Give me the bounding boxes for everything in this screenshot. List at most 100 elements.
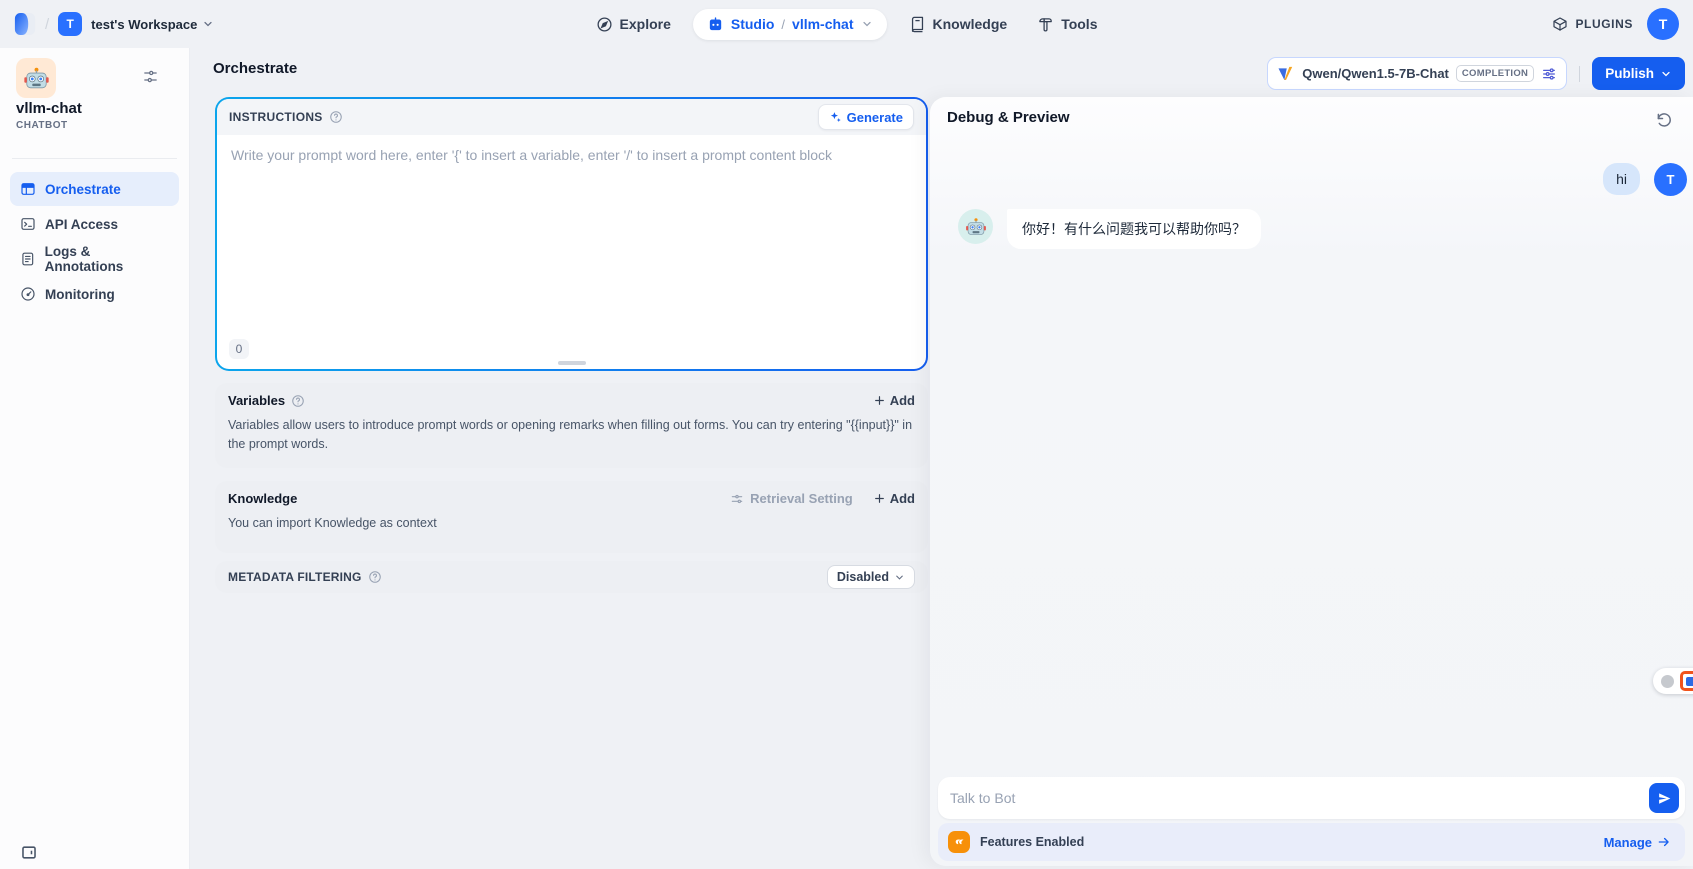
workspace-switcher[interactable]: test's Workspace [91,17,214,32]
instructions-body: 0 [217,135,926,369]
user-avatar[interactable]: T [1647,8,1679,40]
retrieval-sliders-icon [730,492,744,506]
knowledge-description: You can import Knowledge as context [215,510,928,537]
topbar-left: / T test's Workspace [14,12,214,36]
restart-conversation-button[interactable] [1655,111,1673,129]
model-selector[interactable]: Qwen/Qwen1.5-7B-Chat COMPLETION [1267,57,1567,90]
retrieval-setting-button[interactable]: Retrieval Setting [730,491,853,506]
manage-features-link[interactable]: Manage [1604,835,1671,850]
variables-panel: Variables Add Variables allow users to i… [215,383,928,468]
top-bar: / T test's Workspace Explore Studio / vl… [0,0,1693,48]
collapse-sidebar-icon [20,844,38,861]
dify-logo[interactable] [14,12,36,36]
widget-dot-icon [1661,675,1674,688]
app-settings-button[interactable] [142,68,159,85]
nav-tools[interactable]: Tools [1029,10,1105,39]
variables-header: Variables Add [215,383,928,412]
robot-emoji-icon [23,65,50,92]
metadata-filtering-row: METADATA FILTERING Disabled [215,561,928,593]
breadcrumb-separator: / [45,16,49,33]
nav-studio[interactable]: Studio / vllm-chat [693,9,887,40]
chat-input-container [938,777,1685,819]
sidebar-item-monitoring[interactable]: Monitoring [10,277,179,311]
orchestrate-window-icon [20,181,36,197]
features-icon [948,831,970,853]
sidebar-item-label: Orchestrate [45,182,121,197]
publish-button[interactable]: Publish [1592,57,1685,90]
widget-logo-icon [1680,671,1693,691]
sidebar-divider [12,158,177,159]
sidebar-item-orchestrate[interactable]: Orchestrate [10,172,179,206]
add-variable-button[interactable]: Add [873,393,915,408]
terminal-icon [20,216,36,232]
prompt-editor[interactable] [217,135,926,305]
vllm-logo-icon [1277,65,1295,83]
app-root: / T test's Workspace Explore Studio / vl… [0,0,1693,869]
knowledge-panel: Knowledge Retrieval Setting Add You can … [215,481,928,553]
instructions-panel: INSTRUCTIONS Generate 0 [215,97,928,371]
send-icon [1657,791,1672,806]
chevron-down-icon [202,18,214,30]
header-divider [1579,66,1580,82]
sidebar-nav: Orchestrate API Access Logs & Annotation… [10,172,179,311]
sidebar-item-label: Logs & Annotations [45,244,169,274]
plugins-button[interactable]: PLUGINS [1552,16,1633,32]
debug-preview-panel: Debug & Preview hi T [930,97,1693,866]
topbar-right: PLUGINS T [1552,8,1679,40]
features-label: Features Enabled [980,835,1084,849]
header-actions: Qwen/Qwen1.5-7B-Chat COMPLETION Publish [1267,57,1685,90]
chevron-down-icon [1660,68,1672,80]
collapse-sidebar-button[interactable] [20,844,38,861]
model-mode-badge: COMPLETION [1456,65,1534,82]
logs-document-icon [20,251,36,267]
help-icon [368,570,382,584]
sidebar-item-label: Monitoring [45,287,115,302]
sidebar-item-logs-annotations[interactable]: Logs & Annotations [10,242,179,276]
knowledge-title: Knowledge [228,491,297,506]
metadata-filtering-title: METADATA FILTERING [228,570,362,584]
sidebar: vllm-chat CHATBOT Orchestrate API Access… [0,48,190,869]
char-count-badge: 0 [229,339,249,359]
book-icon [909,16,926,33]
workspace-avatar[interactable]: T [58,12,82,36]
chat-message-user: hi T [1603,163,1687,196]
variables-description: Variables allow users to introduce promp… [215,412,928,459]
nav-knowledge[interactable]: Knowledge [901,10,1016,39]
metadata-filtering-select[interactable]: Disabled [827,565,915,589]
user-chat-avatar: T [1654,163,1687,196]
help-icon [329,110,343,124]
app-icon[interactable] [16,58,56,98]
robot-icon [707,16,724,33]
send-button[interactable] [1649,783,1679,813]
resize-handle[interactable] [558,361,586,365]
debug-preview-title: Debug & Preview [947,109,1070,126]
nav-studio-app: vllm-chat [792,16,853,32]
chevron-down-icon [861,18,873,30]
instructions-title: INSTRUCTIONS [229,110,323,124]
chat-message-bot: 你好！有什么问题我可以帮助你吗？ [958,209,1261,249]
app-name: vllm-chat [16,100,82,117]
chat-input[interactable] [950,790,1649,806]
nav-studio-label: Studio [731,16,775,32]
restart-icon [1655,111,1673,129]
gauge-icon [20,286,36,302]
sidebar-item-api-access[interactable]: API Access [10,207,179,241]
floating-widget[interactable] [1653,668,1693,694]
add-knowledge-button[interactable]: Add [873,491,915,506]
instructions-header: INSTRUCTIONS Generate [217,99,926,135]
variables-title: Variables [228,393,285,408]
knowledge-header: Knowledge Retrieval Setting Add [215,481,928,510]
generate-button[interactable]: Generate [818,104,914,130]
package-icon [1552,16,1568,32]
nav-explore[interactable]: Explore [588,10,679,39]
hammer-icon [1037,16,1054,33]
bot-message-bubble: 你好！有什么问题我可以帮助你吗？ [1007,209,1261,249]
plus-icon [873,492,886,505]
arrow-right-icon [1657,835,1671,849]
user-message-bubble: hi [1603,163,1640,195]
app-type-badge: CHATBOT [16,120,68,131]
topbar-nav: Explore Studio / vllm-chat Knowledge Too… [588,0,1106,48]
features-bar: Features Enabled Manage [938,823,1685,861]
plus-icon [873,394,886,407]
chevron-down-icon [894,572,905,583]
